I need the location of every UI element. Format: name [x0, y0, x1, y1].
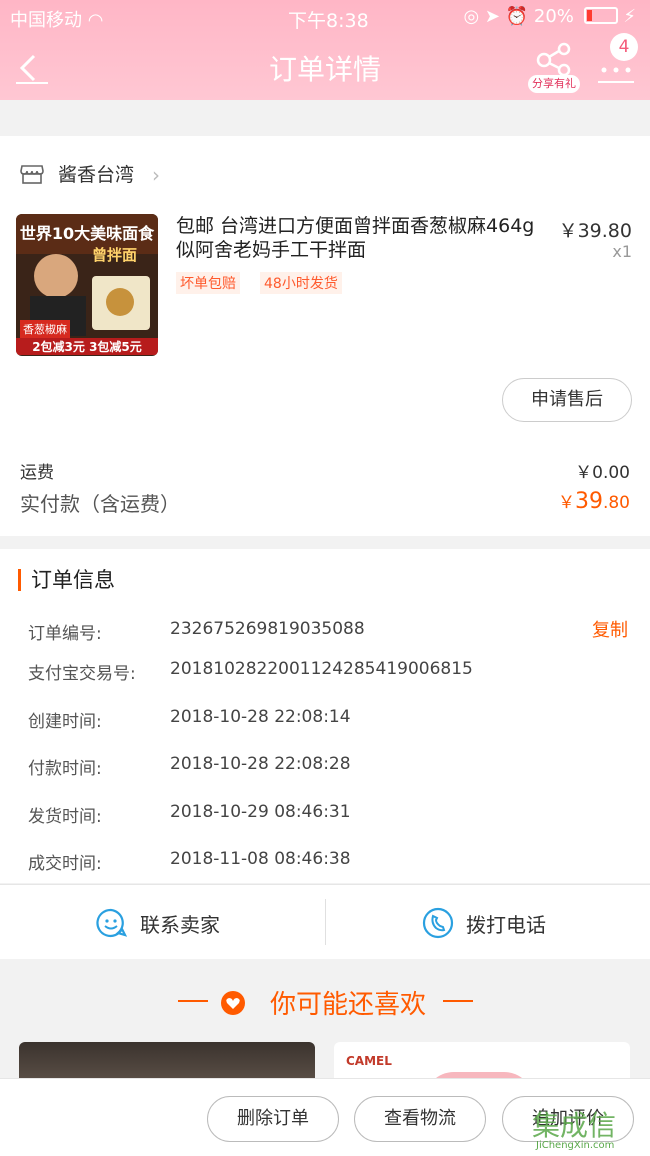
paid-amount-value: ￥39.80: [558, 488, 630, 514]
tag-48h-shipping: 48小时发货: [260, 272, 342, 294]
created-time-value: 2018-10-28 22:08:14: [170, 707, 351, 727]
share-reward-label[interactable]: 分享有礼: [528, 75, 580, 93]
product-price: ￥39.80: [558, 220, 632, 242]
message-count-badge: 4: [610, 33, 638, 61]
app-header: 中国移动 ◠ 下午8:38 ◎ ➤ ⏰ 20% ⚡ 订单详情 分享有礼 4: [0, 0, 650, 100]
share-icon: [536, 42, 571, 77]
completed-time-label: 成交时间:: [28, 854, 102, 874]
completed-time-value: 2018-11-08 08:46:38: [170, 849, 351, 869]
thumb-promo: 2包减3元 3包减5元: [16, 338, 158, 355]
watermark-logo: 集成信: [532, 1109, 617, 1142]
paid-time-label: 付款时间:: [28, 759, 102, 779]
paid-decimal: .80: [602, 493, 630, 513]
status-time: 下午8:38: [288, 10, 369, 32]
contact-seller-label: 联系卖家: [140, 913, 220, 937]
chevron-right-icon[interactable]: ›: [152, 163, 160, 187]
alipay-trade-label: 支付宝交易号:: [28, 664, 136, 684]
thumb-headline: 世界10大美味面食: [19, 224, 155, 243]
shipped-time-value: 2018-10-29 08:46:31: [170, 802, 351, 822]
tag-damage-guarantee: 坏单包赔: [176, 272, 240, 294]
shipping-fee-label: 运费: [20, 463, 54, 483]
watermark-url: JiChengXin.com: [536, 1140, 615, 1151]
alarm-icon: ⏰: [505, 6, 529, 27]
charging-icon: ⚡: [623, 6, 636, 27]
recommend-title: 你可能还喜欢: [0, 984, 650, 1021]
call-phone-button[interactable]: 拨打电话: [326, 885, 650, 959]
status-bar: 中国移动 ◠ 下午8:38 ◎ ➤ ⏰ 20% ⚡: [0, 0, 650, 32]
delete-order-button[interactable]: 删除订单: [207, 1096, 339, 1142]
chat-smile-icon: [96, 908, 127, 938]
shipped-time-label: 发货时间:: [28, 807, 102, 827]
carrier-label: 中国移动 ◠: [10, 6, 103, 32]
order-number-value: 232675269819035088: [170, 619, 365, 639]
product-title[interactable]: 包邮 台湾进口方便面曾拌面香葱椒麻464g 似阿舍老妈手工干拌面: [176, 214, 536, 262]
apply-after-sale-button[interactable]: 申请售后: [502, 378, 632, 422]
carrier-text: 中国移动: [10, 10, 82, 31]
wifi-icon: ◠: [87, 10, 104, 31]
shop-name[interactable]: 酱香台湾: [58, 160, 134, 187]
thumb-brand: 曾拌面: [92, 246, 138, 264]
lock-rotation-icon: ◎: [463, 6, 480, 27]
contact-seller-button[interactable]: 联系卖家: [0, 885, 325, 959]
paid-integer: 39: [574, 489, 603, 514]
copy-button[interactable]: 复制: [592, 616, 628, 642]
status-right: ◎ ➤ ⏰ 20% ⚡: [463, 6, 636, 27]
view-logistics-button[interactable]: 查看物流: [354, 1096, 486, 1142]
order-item-card: 酱香台湾 › 世界10大美味面食 曾拌面 香葱椒麻 2包减3元 3包减5元 包邮…: [0, 136, 650, 536]
paid-amount-label: 实付款（含运费）: [20, 492, 180, 516]
shipping-fee-value: ￥0.00: [575, 463, 630, 483]
battery-icon: [583, 7, 618, 24]
alipay-trade-value: 2018102822001124285419006815: [170, 659, 473, 679]
product-thumbnail[interactable]: 世界10大美味面食 曾拌面 香葱椒麻 2包减3元 3包减5元: [16, 214, 158, 356]
location-icon: ➤: [484, 6, 500, 27]
order-number-label: 订单编号:: [28, 624, 102, 644]
battery-percent: 20%: [533, 6, 574, 27]
product-quantity: x1: [612, 242, 632, 261]
phone-icon: [422, 907, 454, 939]
created-time-label: 创建时间:: [28, 712, 102, 732]
shop-icon: [20, 165, 44, 184]
contact-bar: 联系卖家 拨打电话: [0, 884, 650, 959]
recommend-title-text: 你可能还喜欢: [269, 990, 426, 1020]
order-info-title: 订单信息: [18, 569, 115, 591]
paid-currency: ￥: [557, 493, 575, 513]
call-phone-label: 拨打电话: [466, 913, 546, 937]
paid-time-value: 2018-10-28 22:08:28: [170, 754, 351, 774]
order-info-section: 订单信息 复制 订单编号: 232675269819035088 支付宝交易号:…: [0, 549, 650, 883]
camel-brand-logo: CAMEL: [346, 1054, 392, 1068]
thumb-flavor: 香葱椒麻: [20, 320, 70, 338]
